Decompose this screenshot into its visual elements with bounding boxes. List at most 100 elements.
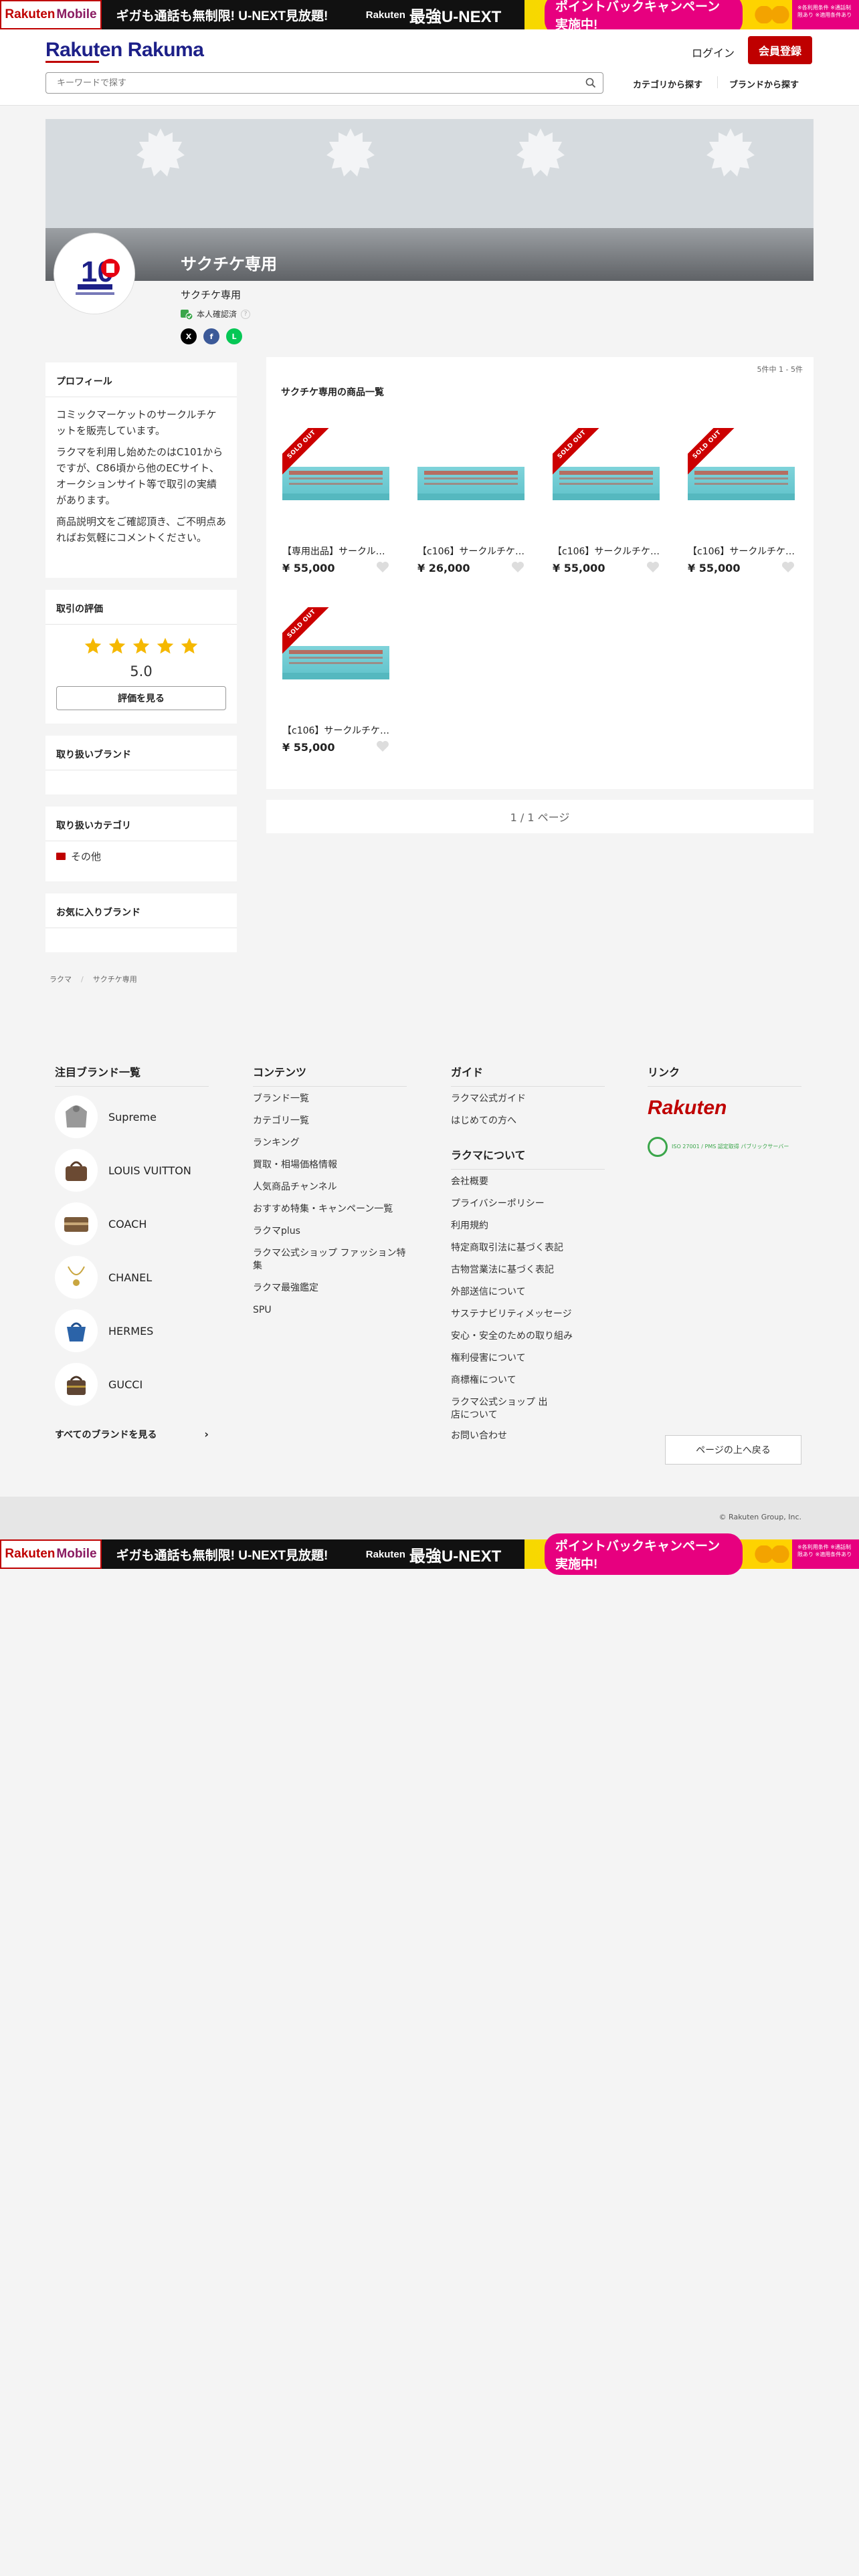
rakuten-logo[interactable]: Rakuten (648, 1097, 727, 1119)
nav-category-link[interactable]: カテゴリから探す (633, 78, 702, 90)
product-image[interactable]: SOLD OUT (282, 607, 389, 714)
product-image[interactable]: SOLD OUT (282, 428, 389, 535)
rating-card: 取引の評価 5.0 評価を見る (45, 590, 237, 724)
nav-brand-link[interactable]: ブランドから探す (729, 78, 799, 90)
share-line-icon[interactable]: L (226, 328, 242, 344)
promo-unext: Rakuten 最強U-NEXT (365, 7, 502, 26)
breadcrumb-home-link[interactable]: ラクマ (50, 974, 72, 984)
signup-button[interactable]: 会員登録 (748, 36, 812, 64)
share-x-icon[interactable]: X (181, 328, 197, 344)
flower-pattern-icon (326, 128, 375, 177)
copyright-text: © Rakuten Group, Inc. (719, 1513, 801, 1521)
footer-brand-coach[interactable]: COACH (55, 1202, 147, 1245)
footer-brand-supreme[interactable]: Supreme (55, 1095, 157, 1138)
footer-link[interactable]: 安心・安全のための取り組み (451, 1330, 611, 1343)
footer-link[interactable]: ラクマ公式ショップ 出店について (451, 1396, 551, 1422)
pagination: 1 / 1 ページ (266, 800, 814, 833)
product-name[interactable]: 【専用出品】サークルチケット (282, 544, 389, 558)
product-name[interactable]: 【c106】サークルチケット (282, 724, 389, 737)
footer-link[interactable]: 外部送信について (451, 1286, 611, 1299)
footer-about-title: ラクマについて (451, 1146, 605, 1170)
footer-link[interactable]: プライバシーポリシー (451, 1198, 611, 1210)
heart-icon[interactable] (376, 740, 389, 752)
footer-link[interactable]: ブランド一覧 (253, 1093, 413, 1105)
product-card[interactable]: SOLD OUT 【専用出品】サークルチケット ¥ 55,000 (282, 428, 389, 574)
footer-link[interactable]: ラクマ公式ガイド (451, 1093, 611, 1105)
rating-title: 取引の評価 (45, 590, 237, 625)
privacy-mark-badge[interactable]: ISO 27001 / PMS 認定取得 パブリックサーバー (648, 1137, 789, 1157)
brands-card: 取り扱いブランド (45, 736, 237, 794)
product-image[interactable]: SOLD OUT (553, 428, 660, 535)
login-link[interactable]: ログイン (692, 44, 735, 60)
categories-card: 取り扱いカテゴリ その他 (45, 807, 237, 881)
footer-link[interactable]: 古物営業法に基づく表記 (451, 1264, 611, 1277)
footer-link[interactable]: 商標権について (451, 1374, 611, 1387)
product-price: ¥ 55,000 (553, 562, 605, 574)
search-icon[interactable] (585, 78, 596, 88)
footer-link[interactable]: ラクマ最強鑑定 (253, 1282, 413, 1295)
star-icon (108, 637, 126, 654)
footer-brand-hermes[interactable]: HERMES (55, 1309, 153, 1352)
footer-link[interactable]: カテゴリ一覧 (253, 1115, 413, 1128)
footer-link[interactable]: 特定商取引法に基づく表記 (451, 1242, 611, 1255)
heart-icon[interactable] (511, 561, 524, 573)
product-card[interactable]: SOLD OUT 【c106】サークルチケット ¥ 55,000 (282, 607, 389, 754)
back-to-top-button[interactable]: ページの上へ戻る (665, 1435, 801, 1465)
promo-banner-top[interactable]: Rakuten Mobile ギガも通話も無制限! U-NEXT見放題! Raku… (0, 0, 859, 35)
footer-link[interactable]: はじめての方へ (451, 1115, 611, 1128)
brands-card-title: 取り扱いブランド (45, 736, 237, 770)
heart-icon[interactable] (781, 561, 795, 573)
product-name[interactable]: 【c106】サークルチケット (417, 544, 524, 558)
product-list-title: サクチケ専用の商品一覧 (281, 387, 384, 398)
footer-brand-louis-vuitton[interactable]: LOUIS VUITTON (55, 1149, 191, 1192)
promo-text: ギガも通話も無制限! U-NEXT見放題! (116, 1548, 328, 1563)
rating-value: 5.0 (130, 663, 153, 679)
product-card[interactable]: 【c106】サークルチケット ¥ 26,000 (417, 428, 524, 574)
footer-link[interactable]: ランキング (253, 1137, 413, 1150)
heart-icon[interactable] (646, 561, 660, 573)
search-box (45, 72, 603, 94)
search-input[interactable] (46, 73, 568, 93)
shop-name: サクチケ専用 (181, 289, 242, 301)
product-card[interactable]: SOLD OUT 【c106】サークルチケット ¥ 55,000 (688, 428, 795, 574)
footer-link[interactable]: 買取・相場価格情報 (253, 1159, 413, 1172)
coins-icon (752, 6, 792, 23)
rakuma-logo[interactable]: Rakuten Rakuma (45, 39, 204, 63)
footer-link[interactable]: お問い合わせ (451, 1430, 611, 1442)
profile-text: コミックマーケットのサークルチケットを販売しています。 ラクマを利用し始めたのは… (56, 409, 226, 544)
product-name[interactable]: 【c106】サークルチケット (553, 544, 660, 558)
favorite-brands-card: お気に入りブランド (45, 893, 237, 952)
footer-link[interactable]: 権利侵害について (451, 1352, 611, 1365)
footer-link[interactable]: 人気商品チャンネル (253, 1181, 413, 1194)
product-image[interactable] (417, 428, 524, 535)
footer-link[interactable]: 会社概要 (451, 1176, 611, 1188)
rating-stars (45, 637, 237, 655)
product-name[interactable]: 【c106】サークルチケット (688, 544, 795, 558)
all-brands-link[interactable]: すべてのブランドを見る › (55, 1428, 209, 1441)
category-item-other[interactable]: その他 (45, 841, 237, 871)
promo-campaign: ポイントバックキャンペーン実施中! (524, 0, 792, 35)
footer-link[interactable]: ラクマ公式ショップ ファッション特集 (253, 1247, 413, 1273)
star-icon (132, 637, 150, 654)
footer-brands-title: 注目ブランド一覧 (55, 1063, 209, 1087)
product-price: ¥ 55,000 (688, 562, 741, 574)
flower-pattern-icon (516, 128, 565, 177)
heart-icon[interactable] (376, 561, 389, 573)
footer-link[interactable]: おすすめ特集・キャンペーン一覧 (253, 1203, 413, 1216)
footer-brand-chanel[interactable]: CHANEL (55, 1256, 152, 1299)
footer-link[interactable]: 利用規約 (451, 1220, 611, 1232)
promo-fineprint: ※各利用条件 ※通話制限あり ※適用条件あり (792, 0, 859, 29)
footer-link[interactable]: サステナビリティメッセージ (451, 1308, 611, 1321)
product-image[interactable]: SOLD OUT (688, 428, 795, 535)
share-facebook-icon[interactable]: f (203, 328, 219, 344)
view-reviews-button[interactable]: 評価を見る (56, 686, 226, 710)
footer-brand-gucci[interactable]: GUCCI (55, 1363, 142, 1406)
rakuten-mobile-logo: Rakuten Mobile (0, 0, 102, 29)
help-icon[interactable]: ? (241, 309, 251, 319)
footer-link[interactable]: SPU (253, 1304, 413, 1317)
footer-guide-title: ガイド (451, 1063, 605, 1087)
promo-banner-bottom[interactable]: Rakuten Mobile ギガも通話も無制限! U-NEXT見放題! Raku… (0, 1533, 859, 1575)
product-price: ¥ 55,000 (282, 741, 335, 754)
footer-link[interactable]: ラクマplus (253, 1225, 413, 1238)
product-card[interactable]: SOLD OUT 【c106】サークルチケット ¥ 55,000 (553, 428, 660, 574)
